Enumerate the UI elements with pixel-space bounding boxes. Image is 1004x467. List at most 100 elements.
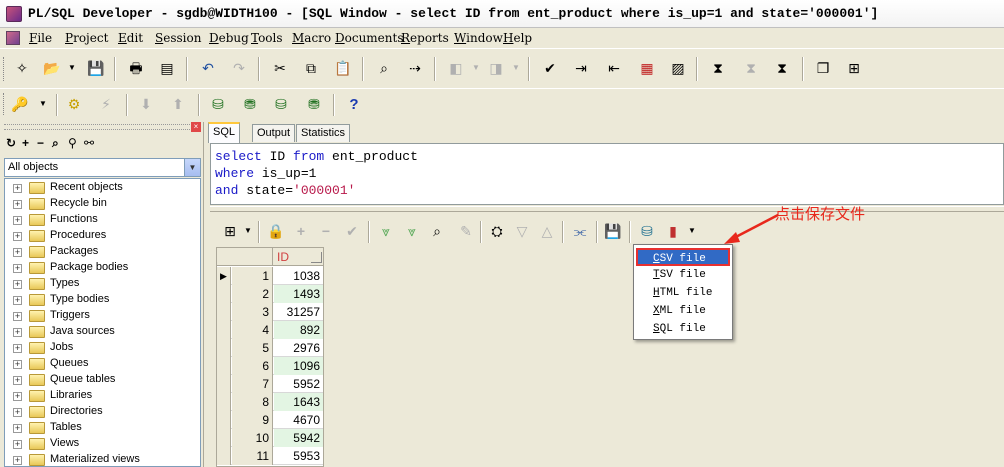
menu-macro[interactable]: Macro bbox=[292, 31, 331, 45]
row-number[interactable]: 2 bbox=[232, 285, 273, 303]
find-binoculars-icon[interactable]: ⌕ bbox=[52, 136, 59, 151]
database-log-icon[interactable]: ⛁ bbox=[271, 94, 291, 114]
row-indicator[interactable] bbox=[217, 429, 231, 447]
row-number[interactable]: 10 bbox=[232, 429, 273, 447]
cell-id[interactable]: 1096 bbox=[274, 357, 323, 375]
editor-splitter[interactable] bbox=[210, 206, 1004, 212]
toolbar-grip[interactable] bbox=[3, 93, 6, 115]
column-header-id[interactable]: ID bbox=[274, 248, 323, 266]
chevron-down-icon[interactable]: ▼ bbox=[184, 159, 200, 176]
row-indicator[interactable] bbox=[217, 285, 231, 303]
key-dropdown-icon[interactable]: ▼ bbox=[33, 94, 53, 114]
row-number[interactable]: 9 bbox=[232, 411, 273, 429]
session-list-icon[interactable]: ⧗ bbox=[772, 58, 792, 78]
tree-item[interactable]: + Triggers bbox=[5, 308, 200, 324]
expand-icon[interactable]: + bbox=[13, 376, 22, 385]
menu-window[interactable]: Window bbox=[454, 31, 503, 45]
fetch-last-icon[interactable]: ⩔ bbox=[402, 221, 422, 241]
row-indicator[interactable] bbox=[217, 375, 231, 393]
window-list-icon[interactable]: ❐ bbox=[813, 58, 833, 78]
row-indicator[interactable]: ▶ bbox=[217, 267, 231, 285]
expand-icon[interactable]: + bbox=[13, 456, 22, 465]
toolbar-grip[interactable] bbox=[3, 57, 6, 81]
table-row[interactable]: 5 2976 bbox=[217, 339, 323, 357]
export-menu-item[interactable]: CSV file bbox=[636, 248, 730, 266]
table-row[interactable]: 8 1643 bbox=[217, 393, 323, 411]
menu-edit[interactable]: Edit bbox=[118, 31, 143, 45]
row-number[interactable]: 8 bbox=[232, 393, 273, 411]
tree-item[interactable]: + Packages bbox=[5, 244, 200, 260]
session-icon[interactable]: ⧗ bbox=[708, 58, 728, 78]
grid-corner[interactable] bbox=[217, 248, 273, 266]
tab-output[interactable]: Output bbox=[252, 124, 296, 142]
menu-session[interactable]: Session bbox=[155, 31, 201, 45]
table-row[interactable]: 11 5953 bbox=[217, 447, 323, 465]
row-number[interactable]: 4 bbox=[232, 321, 273, 339]
export-dropdown-icon[interactable]: ▼ bbox=[682, 221, 702, 241]
comment-icon[interactable]: ▦ bbox=[637, 58, 657, 78]
row-number[interactable]: 6 bbox=[232, 357, 273, 375]
sql-editor[interactable]: select ID from ent_product where is_up=1… bbox=[210, 143, 1004, 205]
cell-id[interactable]: 5952 bbox=[274, 375, 323, 393]
cell-id[interactable]: 1643 bbox=[274, 393, 323, 411]
table-row[interactable]: ▶ 1 1038 bbox=[217, 267, 323, 285]
expand-icon[interactable]: + bbox=[13, 344, 22, 353]
cell-id[interactable]: 4670 bbox=[274, 411, 323, 429]
tree-view-icon[interactable]: ⫘ bbox=[570, 221, 590, 241]
cell-id[interactable]: 5942 bbox=[274, 429, 323, 447]
row-number[interactable]: 1 bbox=[232, 267, 273, 285]
expand-icon[interactable]: + bbox=[13, 248, 22, 257]
expand-icon[interactable]: + bbox=[13, 296, 22, 305]
expand-icon[interactable]: + bbox=[13, 200, 22, 209]
find-binoculars-icon[interactable]: ⌕ bbox=[427, 221, 447, 241]
tab-sql[interactable]: SQL bbox=[208, 122, 241, 143]
result-grid[interactable]: ID ▶ 1 1038 2 1493 3 31257 4 892 5 2976 6 1096 7 5952 8… bbox=[216, 247, 324, 467]
folders-icon[interactable]: ⚯ bbox=[84, 136, 94, 150]
database-refresh-icon[interactable]: ⛃ bbox=[304, 94, 324, 114]
tree-item[interactable]: + Jobs bbox=[5, 340, 200, 356]
expand-icon[interactable]: + bbox=[13, 232, 22, 241]
database-icon[interactable]: ⛁ bbox=[208, 94, 228, 114]
expand-icon[interactable]: + bbox=[13, 424, 22, 433]
menu-project[interactable]: Project bbox=[65, 31, 108, 45]
cell-id[interactable]: 2976 bbox=[274, 339, 323, 357]
menu-reports[interactable]: Reports bbox=[401, 31, 449, 45]
expand-icon[interactable]: + bbox=[13, 312, 22, 321]
expand-icon[interactable]: + bbox=[13, 184, 22, 193]
row-number[interactable]: 5 bbox=[232, 339, 273, 357]
table-row[interactable]: 3 31257 bbox=[217, 303, 323, 321]
expand-icon[interactable]: + bbox=[13, 264, 22, 273]
tree-item[interactable]: + Types bbox=[5, 276, 200, 292]
paste-icon[interactable]: 📋 bbox=[333, 58, 353, 78]
tree-item[interactable]: + Views bbox=[5, 436, 200, 452]
table-row[interactable]: 10 5942 bbox=[217, 429, 323, 447]
tree-item[interactable]: + Libraries bbox=[5, 388, 200, 404]
expand-icon[interactable]: + bbox=[13, 408, 22, 417]
menu-help[interactable]: Help bbox=[503, 31, 532, 45]
tree-item[interactable]: + Directories bbox=[5, 404, 200, 420]
grid-select-icon[interactable]: ⊞ bbox=[220, 221, 240, 241]
table-row[interactable]: 2 1493 bbox=[217, 285, 323, 303]
query-by-example-icon[interactable]: ⛭ bbox=[487, 221, 507, 241]
find-next-icon[interactable]: ⇢ bbox=[405, 58, 425, 78]
panel-grip[interactable] bbox=[4, 124, 200, 130]
row-indicator[interactable] bbox=[217, 339, 231, 357]
menu-debug[interactable]: Debug bbox=[209, 31, 249, 45]
collapse-icon[interactable]: − bbox=[37, 136, 44, 150]
cell-id[interactable]: 31257 bbox=[274, 303, 323, 321]
refresh-icon[interactable]: ↻ bbox=[6, 136, 16, 150]
row-indicator[interactable] bbox=[217, 393, 231, 411]
cell-id[interactable]: 892 bbox=[274, 321, 323, 339]
tree-item[interactable]: + Tables bbox=[5, 420, 200, 436]
export-results-icon[interactable]: ⛁ bbox=[637, 221, 657, 241]
row-indicator[interactable] bbox=[217, 357, 231, 375]
table-row[interactable]: 7 5952 bbox=[217, 375, 323, 393]
save-icon[interactable]: 💾 bbox=[86, 58, 106, 78]
tree-item[interactable]: + Recent objects bbox=[5, 180, 200, 196]
expand-icon[interactable]: + bbox=[13, 440, 22, 449]
chart-icon[interactable]: ▮ bbox=[663, 221, 683, 241]
expand-icon[interactable]: + bbox=[13, 328, 22, 337]
indent-icon[interactable]: ⇥ bbox=[571, 58, 591, 78]
grid-dropdown-icon[interactable]: ▼ bbox=[238, 221, 258, 241]
expand-icon[interactable]: + bbox=[22, 136, 29, 150]
